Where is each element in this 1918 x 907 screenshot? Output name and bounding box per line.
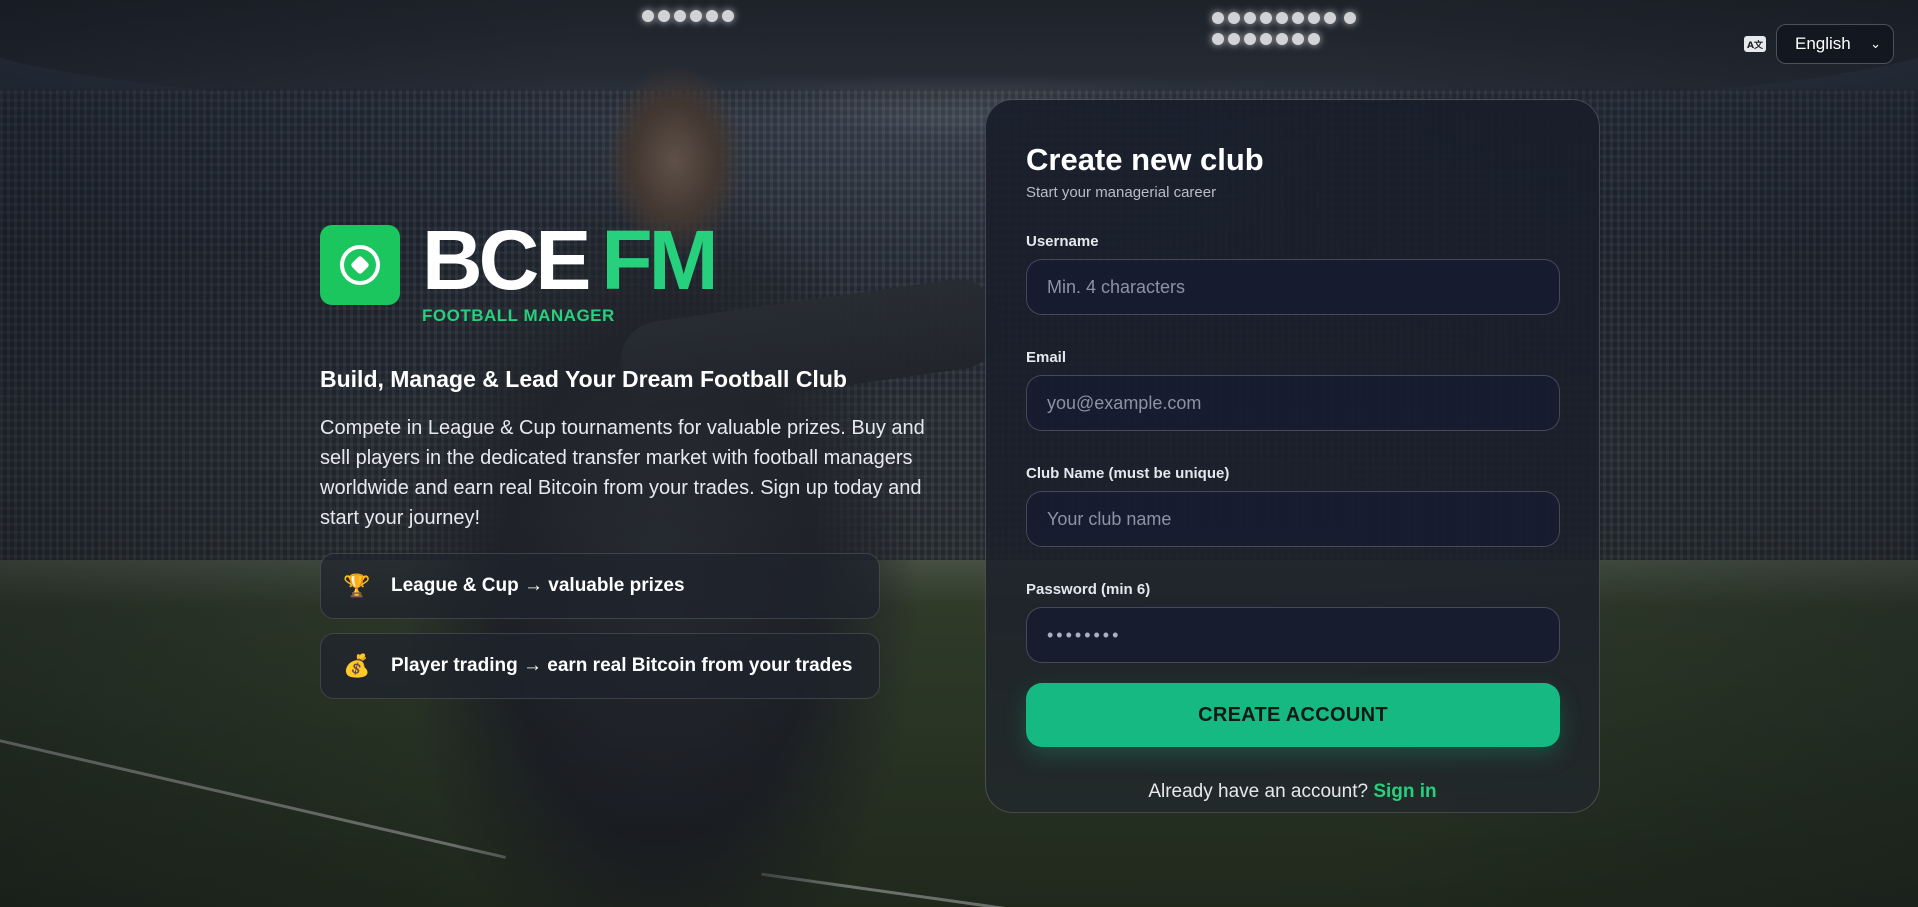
feature-text: Player trading → earn real Bitcoin from … bbox=[391, 655, 853, 676]
stadium-background bbox=[0, 0, 1918, 907]
signin-prompt: Already have an account? bbox=[1148, 781, 1369, 802]
brand-name-part1: BCE bbox=[422, 213, 591, 307]
club-name-input[interactable]: Your club name bbox=[1026, 491, 1560, 547]
signin-link[interactable]: Sign in bbox=[1373, 781, 1436, 802]
password-input[interactable]: •••••••• bbox=[1026, 607, 1560, 663]
club-name-label: Club Name (must be unique) bbox=[1026, 465, 1230, 482]
password-label: Password (min 6) bbox=[1026, 581, 1151, 598]
password-placeholder: •••••••• bbox=[1047, 624, 1122, 645]
email-placeholder: you@example.com bbox=[1047, 392, 1202, 413]
form-subtitle: Start your managerial career bbox=[1026, 184, 1217, 201]
hero-section: BCE FM FOOTBALL MANAGER Build, Manage & L… bbox=[320, 218, 940, 699]
trophy-icon: 🏆 bbox=[343, 573, 371, 598]
hero-description: Compete in League & Cup tournaments for … bbox=[320, 417, 925, 529]
soccer-ball-icon bbox=[320, 225, 400, 305]
signup-card: Create new club Start your managerial ca… bbox=[985, 99, 1600, 813]
signin-row: Already have an account? Sign in bbox=[1026, 781, 1559, 803]
brand-wordmark: BCE FM FOOTBALL MANAGER bbox=[422, 218, 719, 326]
brand-name-part2: FM bbox=[601, 213, 718, 307]
translate-icon: A文 bbox=[1744, 36, 1766, 52]
form-title: Create new club bbox=[1026, 142, 1264, 177]
username-input[interactable]: Min. 4 characters bbox=[1026, 259, 1560, 315]
brand-logo: BCE FM FOOTBALL MANAGER bbox=[320, 218, 940, 326]
username-placeholder: Min. 4 characters bbox=[1047, 276, 1186, 297]
create-account-button[interactable]: CREATE ACCOUNT bbox=[1026, 683, 1560, 747]
username-label: Username bbox=[1026, 233, 1099, 250]
language-select[interactable]: English ⌄ bbox=[1776, 24, 1894, 64]
language-switcher: A文 English ⌄ bbox=[1744, 24, 1894, 64]
email-input[interactable]: you@example.com bbox=[1026, 375, 1560, 431]
club-name-placeholder: Your club name bbox=[1047, 508, 1172, 529]
brand-tagline: FOOTBALL MANAGER bbox=[422, 306, 615, 325]
feature-card-trading: 💰 Player trading → earn real Bitcoin fro… bbox=[320, 633, 880, 699]
hero-headline: Build, Manage & Lead Your Dream Football… bbox=[320, 366, 847, 392]
feature-card-prizes: 🏆 League & Cup → valuable prizes bbox=[320, 553, 880, 619]
chevron-down-icon: ⌄ bbox=[1870, 36, 1881, 51]
email-label: Email bbox=[1026, 349, 1067, 366]
money-bag-icon: 💰 bbox=[343, 653, 371, 678]
feature-text: League & Cup → valuable prizes bbox=[391, 575, 685, 596]
language-select-value: English bbox=[1795, 34, 1851, 53]
